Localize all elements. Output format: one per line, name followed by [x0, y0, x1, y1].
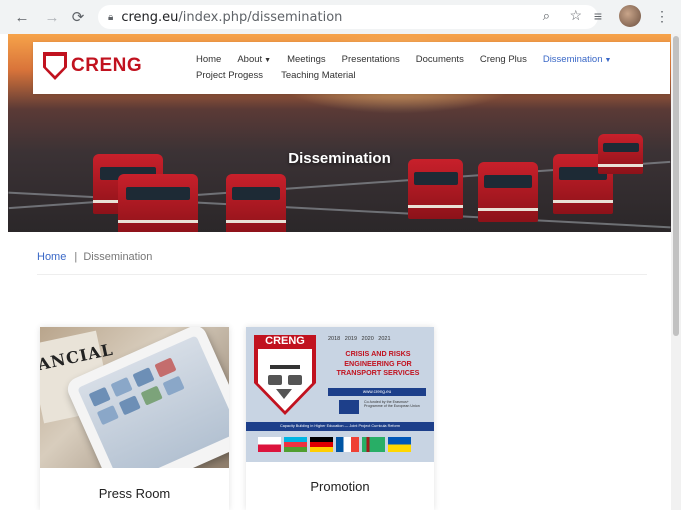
nav-item-documents[interactable]: Documents: [416, 54, 464, 65]
poland-flag-icon: [258, 437, 281, 452]
eu-flag-icon: [339, 400, 359, 414]
card-promotion[interactable]: CRENG 2018 2019 2020 2021 CRISIS AND RIS…: [246, 327, 434, 510]
site-navbar: CRENG Home About ▼ Meetings Presentations Doc…: [33, 42, 670, 94]
zoom-icon[interactable]: ⌕: [543, 8, 550, 24]
address-bar[interactable]: 🔒︎ creng.eu/index.php/dissemination ⌕ ☆: [98, 5, 598, 29]
breadcrumb-separator: |: [74, 251, 78, 263]
main-menu: Home About ▼ Meetings Presentations Documents…: [196, 54, 666, 81]
forward-arrow-icon[interactable]: →: [40, 5, 64, 29]
web-page: Dissemination CRENG Home About ▼ Meetings Pr…: [0, 34, 671, 510]
page-scrollbar[interactable]: [671, 34, 681, 510]
nav-item-label: Dissemination: [542, 54, 603, 65]
creng-poster-image[interactable]: CRENG 2018 2019 2020 2021 CRISIS AND RIS…: [246, 327, 434, 462]
nav-item-dissemination[interactable]: Dissemination ▼: [543, 54, 612, 65]
chevron-down-icon: ▼: [264, 57, 272, 64]
card-title[interactable]: Press Room: [40, 486, 229, 501]
nav-item-label: Teaching Material: [281, 70, 356, 81]
url-text: creng.eu/index.php/dissemination: [121, 9, 343, 25]
nav-item-meetings[interactable]: Meetings: [287, 54, 326, 65]
divider: [37, 274, 647, 275]
chevron-down-icon: ▼: [604, 57, 612, 64]
profile-avatar[interactable]: [619, 5, 641, 27]
nav-item-label: Creng Plus: [479, 54, 527, 65]
lock-icon: 🔒︎: [108, 11, 114, 23]
nav-item-presentations[interactable]: Presentations: [342, 54, 400, 65]
site-logo[interactable]: CRENG: [43, 52, 142, 80]
turkmenistan-flag-icon: [362, 437, 385, 452]
breadcrumb-current: Dissemination: [83, 251, 153, 263]
car-icon: [288, 375, 302, 385]
shield-logo-icon: [43, 52, 67, 80]
nav-item-about[interactable]: About ▼: [237, 54, 271, 65]
scrollbar-thumb[interactable]: [673, 36, 679, 336]
nav-item-label: Documents: [415, 54, 464, 65]
ukraine-flag-icon: [388, 437, 411, 452]
reload-icon[interactable]: ⟳: [66, 5, 90, 29]
reading-list-icon[interactable]: ≡: [587, 5, 609, 27]
partner-flags: [258, 437, 411, 452]
plane-icon: [270, 365, 300, 369]
nav-item-teaching-material[interactable]: Teaching Material: [281, 70, 355, 81]
bookmark-star-icon[interactable]: ☆: [569, 7, 582, 24]
breadcrumb-home-link[interactable]: Home: [37, 251, 66, 263]
nav-item-label: Meetings: [287, 54, 326, 65]
nav-item-label: About: [237, 54, 263, 65]
breadcrumb: Home | Dissemination: [37, 251, 152, 263]
page-title: Dissemination: [288, 150, 391, 167]
nav-item-label: Presentations: [341, 54, 400, 65]
germany-flag-icon: [310, 437, 333, 452]
france-flag-icon: [336, 437, 359, 452]
nav-item-project-progess[interactable]: Project Progess: [196, 70, 263, 81]
more-menu-icon[interactable]: ⋮: [651, 5, 673, 27]
nav-item-label: Home: [196, 54, 222, 65]
card-press-room[interactable]: ANCIAL Press Room: [40, 327, 229, 510]
nav-item-home[interactable]: Home: [196, 54, 221, 65]
azerbaijan-flag-icon: [284, 437, 307, 452]
nav-item-creng-plus[interactable]: Creng Plus: [480, 54, 527, 65]
back-arrow-icon[interactable]: ←: [10, 5, 34, 29]
nav-item-label: Project Progess: [196, 70, 264, 81]
tablet-newspaper-image[interactable]: ANCIAL: [40, 327, 229, 468]
card-title[interactable]: Promotion: [246, 479, 434, 494]
browser-toolbar: ← → ⟳ 🔒︎ creng.eu/index.php/disseminatio…: [0, 0, 681, 34]
train-icon: [268, 375, 282, 385]
